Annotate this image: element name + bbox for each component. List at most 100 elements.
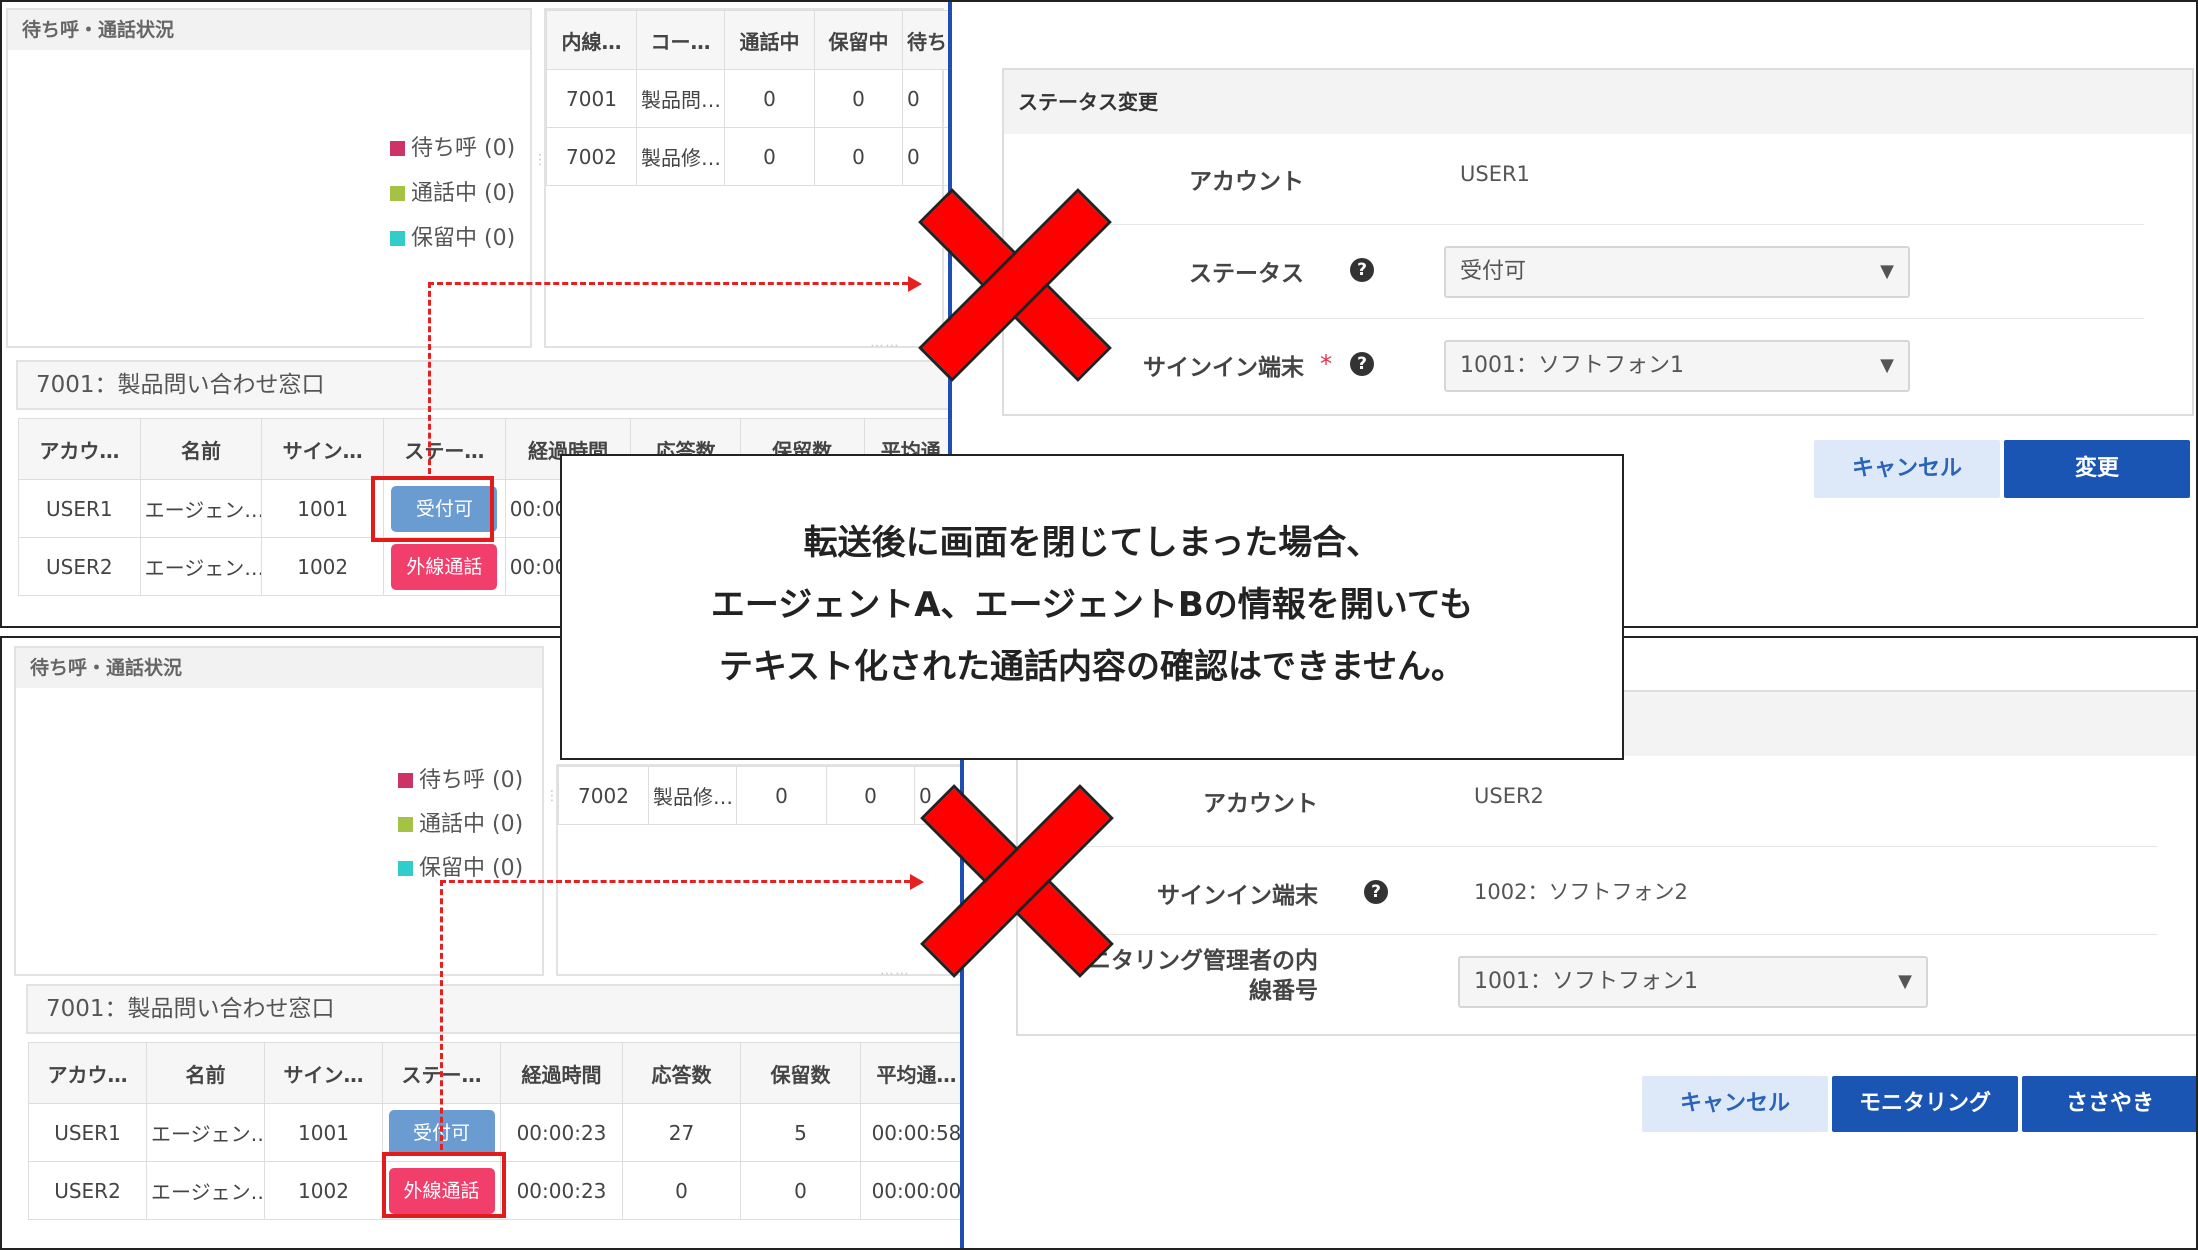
account-value: USER1 (1460, 162, 1530, 186)
explanation-callout: 転送後に画面を閉じてしまった場合、 エージェントA、エージェントBの情報を開いて… (560, 454, 1624, 760)
cell: 0 (814, 69, 903, 128)
legend-talking: 通話中 (0) (390, 175, 515, 207)
divider (1058, 934, 2158, 935)
cell: 0 (826, 766, 915, 825)
name-cell: エージェン… (139, 479, 263, 538)
call-status-panel: 待ち呼・通話状況 待ち呼 (0) 通話中 (0) 保留中 (0) (6, 8, 532, 348)
queue-title-bar: 7001：製品問い合わせ窓口 (26, 984, 966, 1034)
cell: 製品問… (636, 69, 725, 128)
talking-swatch-icon (390, 186, 405, 201)
cancel-button[interactable]: キャンセル (1814, 440, 2000, 498)
status-select[interactable]: 受付可 ▼ (1444, 246, 1910, 298)
required-marker: * (1320, 350, 1332, 378)
hold-swatch-icon (390, 231, 405, 246)
column-header[interactable]: 経過時間 (500, 1042, 623, 1104)
dropdown-caret-icon: ▼ (1898, 971, 1912, 992)
column-header[interactable]: 応答数 (622, 1042, 741, 1104)
cell: 7002 (546, 127, 637, 186)
change-button[interactable]: 変更 (2004, 440, 2190, 498)
answered-cell: 0 (622, 1161, 741, 1220)
table-row[interactable]: 7002 製品修… 0 0 0 (546, 127, 967, 186)
hold-swatch-icon (398, 861, 413, 876)
account-value: USER2 (1474, 784, 1544, 808)
column-header[interactable]: ステー… (383, 418, 506, 480)
cell: 製品修… (636, 127, 725, 186)
divider (1044, 318, 2144, 319)
legend-hold: 保留中 (0) (390, 220, 515, 252)
waiting-swatch-icon (398, 773, 413, 788)
resize-grip-icon[interactable]: ⋯⋯ (880, 966, 910, 982)
column-header[interactable]: サイン… (264, 1042, 383, 1104)
cancel-button[interactable]: キャンセル (1642, 1076, 1828, 1132)
table-row[interactable]: 7002 製品修… 0 0 0 (558, 766, 979, 825)
signin-cell: 1002 (261, 537, 385, 596)
status-highlight-box (371, 476, 494, 542)
column-header[interactable]: アカウ… (18, 418, 141, 480)
legend-hold: 保留中 (0) (398, 850, 523, 882)
table-header-row: 内線… コー… 通話中 保留中 待ち (546, 10, 967, 70)
call-status-panel: 待ち呼・通話状況 待ち呼 (0) 通話中 (0) 保留中 (0) (14, 646, 544, 976)
arrow-line (440, 880, 443, 1150)
divider (1044, 224, 2144, 225)
extension-table: 内線… コー… 通話中 保留中 待ち 7001 製品問… 0 0 0 7002 … (546, 10, 967, 186)
cell: 製品修… (648, 766, 737, 825)
queue-title-bar: 7001：製品問い合わせ窓口 (16, 360, 956, 410)
held-cell: 0 (740, 1161, 861, 1220)
legend-waiting: 待ち呼 (0) (398, 762, 523, 794)
cell: 7002 (558, 766, 649, 825)
elapsed-cell: 00:00:23 (500, 1161, 623, 1220)
column-header[interactable]: 名前 (146, 1042, 265, 1104)
cell: 0 (736, 766, 827, 825)
column-header[interactable]: 内線… (546, 10, 637, 70)
account-cell: USER1 (18, 479, 141, 538)
name-cell: エージェン… (146, 1161, 265, 1220)
callout-line: テキスト化された通話内容の確認はできません。 (719, 647, 1465, 687)
column-header[interactable]: サイン… (261, 418, 385, 480)
extension-panel: 内線… コー… 通話中 保留中 待ち 7001 製品問… 0 0 0 7002 … (544, 8, 967, 348)
help-icon[interactable]: ? (1364, 880, 1388, 904)
signin-cell: 1001 (261, 479, 385, 538)
signin-cell: 1001 (264, 1103, 383, 1162)
legend-waiting: 待ち呼 (0) (390, 130, 515, 162)
column-header[interactable]: 名前 (139, 418, 263, 480)
signin-terminal-select[interactable]: 1001：ソフトフォン1 ▼ (1444, 340, 1910, 392)
held-cell: 5 (740, 1103, 861, 1162)
column-header[interactable]: 保留中 (814, 10, 903, 70)
status-cell: 外線通話 (383, 537, 506, 596)
callout-line: エージェントA、エージェントBの情報を開いても (710, 585, 1474, 625)
dialog-title: ステータス変更 (1004, 70, 2192, 134)
column-header[interactable]: アカウ… (28, 1042, 147, 1104)
name-cell: エージェン… (139, 537, 263, 596)
signin-terminal-value: 1002：ソフトフォン2 (1474, 880, 1688, 904)
help-icon[interactable]: ? (1350, 258, 1374, 282)
answered-cell: 27 (622, 1103, 741, 1162)
panel-title: 待ち呼・通話状況 (16, 648, 542, 688)
account-cell: USER2 (28, 1161, 147, 1220)
monitor-admin-extension-select[interactable]: 1001：ソフトフォン1 ▼ (1458, 956, 1928, 1008)
column-header[interactable]: 平均通… (860, 1042, 973, 1104)
table-header-row: アカウ… 名前 サイン… ステー… 経過時間 応答数 保留数 平均通… (28, 1042, 973, 1104)
resize-grip-icon[interactable]: ⋯⋯ (870, 338, 900, 354)
signin-terminal-label: サインイン端末 (1157, 883, 1318, 909)
waiting-swatch-icon (390, 141, 405, 156)
status-change-dialog: ステータス変更 アカウント USER1 ステータス ? 受付可 ▼ サインイン端末… (1002, 68, 2194, 416)
whisper-button[interactable]: ささやき (2022, 1076, 2196, 1132)
column-header[interactable]: コー… (636, 10, 725, 70)
cell: 7001 (546, 69, 637, 128)
account-cell: USER2 (18, 537, 141, 596)
signin-cell: 1002 (264, 1161, 383, 1220)
account-label: アカウント (1189, 169, 1304, 195)
callout-line: 転送後に画面を閉じてしまった場合、 (803, 523, 1381, 563)
help-icon[interactable]: ? (1350, 352, 1374, 376)
monitoring-button[interactable]: モニタリング (1832, 1076, 2018, 1132)
column-header[interactable]: 保留数 (740, 1042, 861, 1104)
talking-swatch-icon (398, 817, 413, 832)
table-row[interactable]: 7001 製品問… 0 0 0 (546, 69, 967, 128)
status-label: ステータス (1189, 261, 1304, 287)
status-button[interactable]: 外線通話 (391, 543, 498, 590)
account-cell: USER1 (28, 1103, 147, 1162)
cell: 0 (814, 127, 903, 186)
divider (1058, 846, 2158, 847)
dropdown-caret-icon: ▼ (1880, 355, 1894, 376)
column-header[interactable]: 通話中 (724, 10, 815, 70)
